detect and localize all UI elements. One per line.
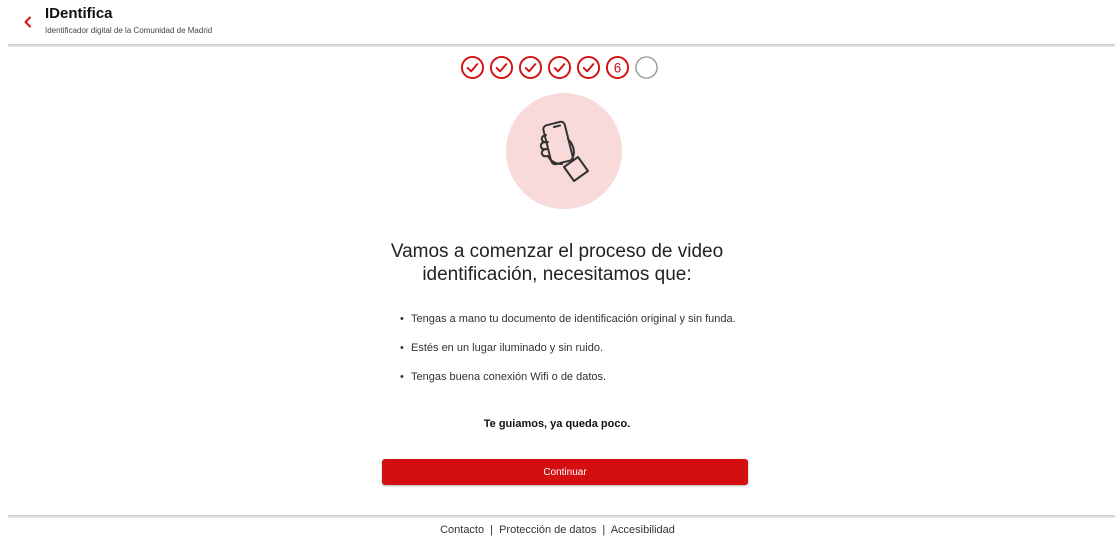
requirement-text: Tengas a mano tu documento de identifica…: [411, 313, 736, 325]
heading-line-2: identificación, necesitamos que:: [422, 264, 692, 285]
app-title: IDentifica: [45, 5, 113, 22]
back-button[interactable]: [16, 8, 40, 36]
requirements-list: • Tengas a mano tu documento de identific…: [398, 313, 758, 400]
step-4-check-icon: [547, 55, 572, 80]
guide-message: Te guiamos, ya queda poco.: [483, 418, 631, 430]
chevron-left-icon: [24, 16, 31, 28]
requirement-text: Tengas buena conexión Wifi o de datos.: [411, 371, 607, 383]
hand-holding-phone-icon: [539, 120, 589, 182]
list-item: • Tengas a mano tu documento de identific…: [400, 313, 736, 325]
list-item: • Estés en un lugar iluminado y sin ruido…: [400, 342, 603, 354]
app-header: IDentifica Identificador digital de la C…: [0, 0, 1115, 44]
footer-divider: [8, 515, 1115, 518]
step-3-check-icon: [518, 55, 543, 80]
step-2-check-icon: [489, 55, 514, 80]
hero-illustration: [506, 93, 622, 209]
footer-link-contacto[interactable]: Contacto: [440, 524, 484, 536]
footer-separator: |: [490, 524, 494, 536]
list-item: • Tengas buena conexión Wifi o de datos.: [400, 371, 607, 383]
step-6-current: 6: [605, 55, 630, 80]
footer-link-accesibilidad[interactable]: Accesibilidad: [611, 524, 675, 536]
footer: Contacto | Protección de datos | Accesib…: [0, 524, 1115, 536]
progress-steps: 6: [460, 55, 659, 81]
step-5-check-icon: [576, 55, 601, 80]
page-heading: Vamos a comenzar el proceso de video ide…: [332, 240, 782, 286]
continue-button[interactable]: Continuar: [382, 459, 748, 485]
requirement-text: Estés en un lugar iluminado y sin ruido.: [411, 342, 603, 354]
step-7-pending: [635, 56, 658, 79]
heading-line-1: Vamos a comenzar el proceso de video: [390, 241, 724, 262]
header-divider: [8, 44, 1115, 47]
footer-link-proteccion-datos[interactable]: Protección de datos: [499, 524, 596, 536]
step-1-check-icon: [460, 55, 485, 80]
footer-separator: |: [602, 524, 606, 536]
app-subtitle: Identificador digital de la Comunidad de…: [45, 26, 213, 35]
current-step-number: 6: [614, 60, 621, 75]
